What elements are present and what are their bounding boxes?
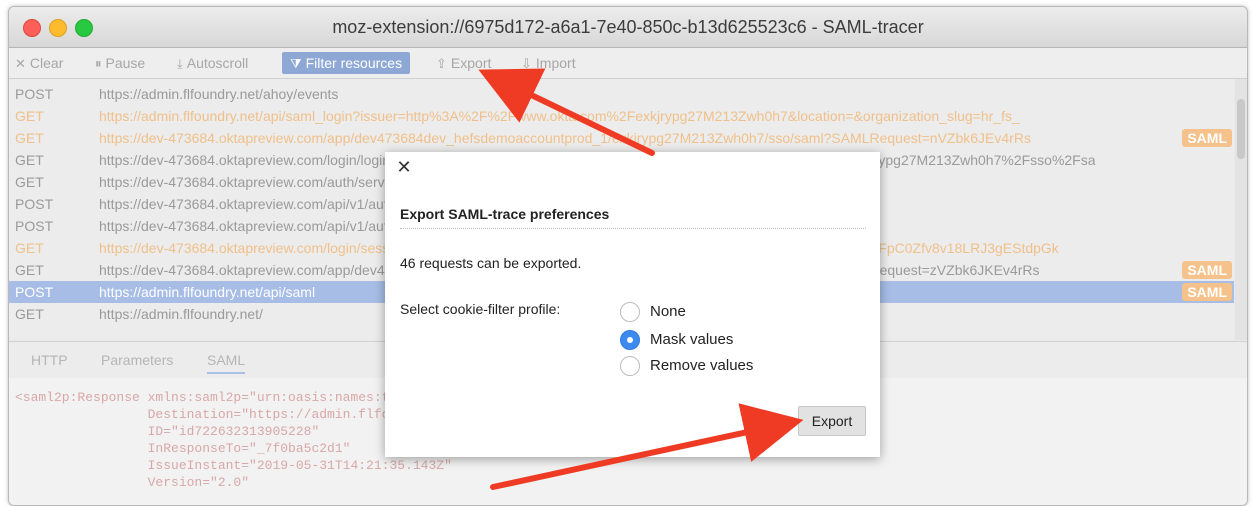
arrow-to-export-toolbar bbox=[478, 68, 655, 156]
arrow-to-export-button bbox=[490, 403, 804, 490]
annotation-arrows bbox=[478, 68, 804, 490]
